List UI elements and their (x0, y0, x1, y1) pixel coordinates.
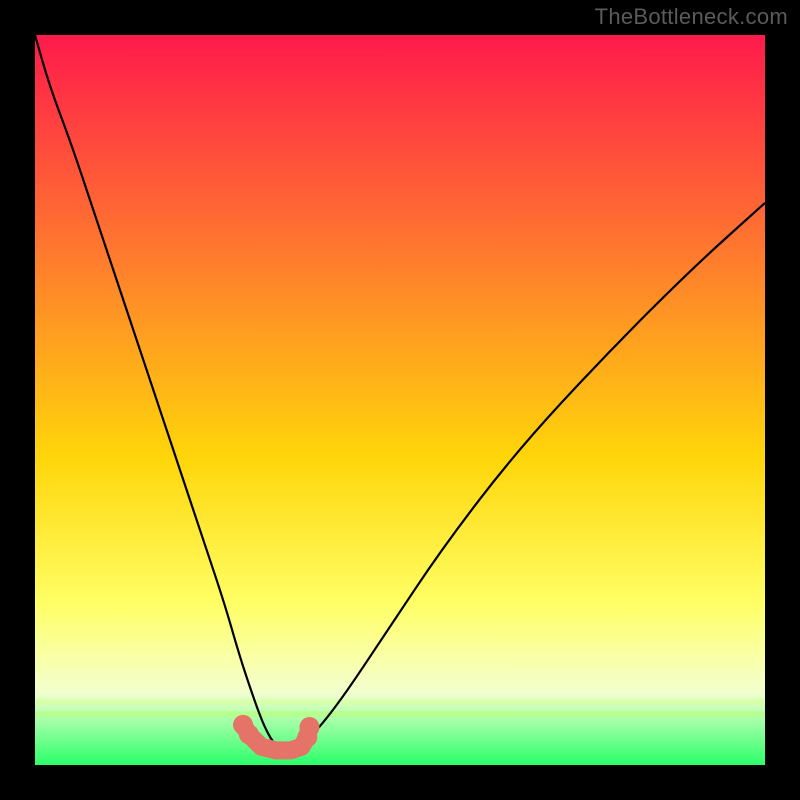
chart-frame: TheBottleneck.com (0, 0, 800, 800)
marker-dot (299, 717, 319, 737)
plot-area (35, 35, 765, 765)
pale-band-3 (35, 711, 765, 717)
pale-band-2 (35, 699, 765, 705)
pale-band-1 (35, 685, 765, 693)
marker-dot (239, 724, 259, 744)
gradient-background (35, 35, 765, 765)
watermark-text: TheBottleneck.com (595, 4, 788, 30)
plot-svg (35, 35, 765, 765)
